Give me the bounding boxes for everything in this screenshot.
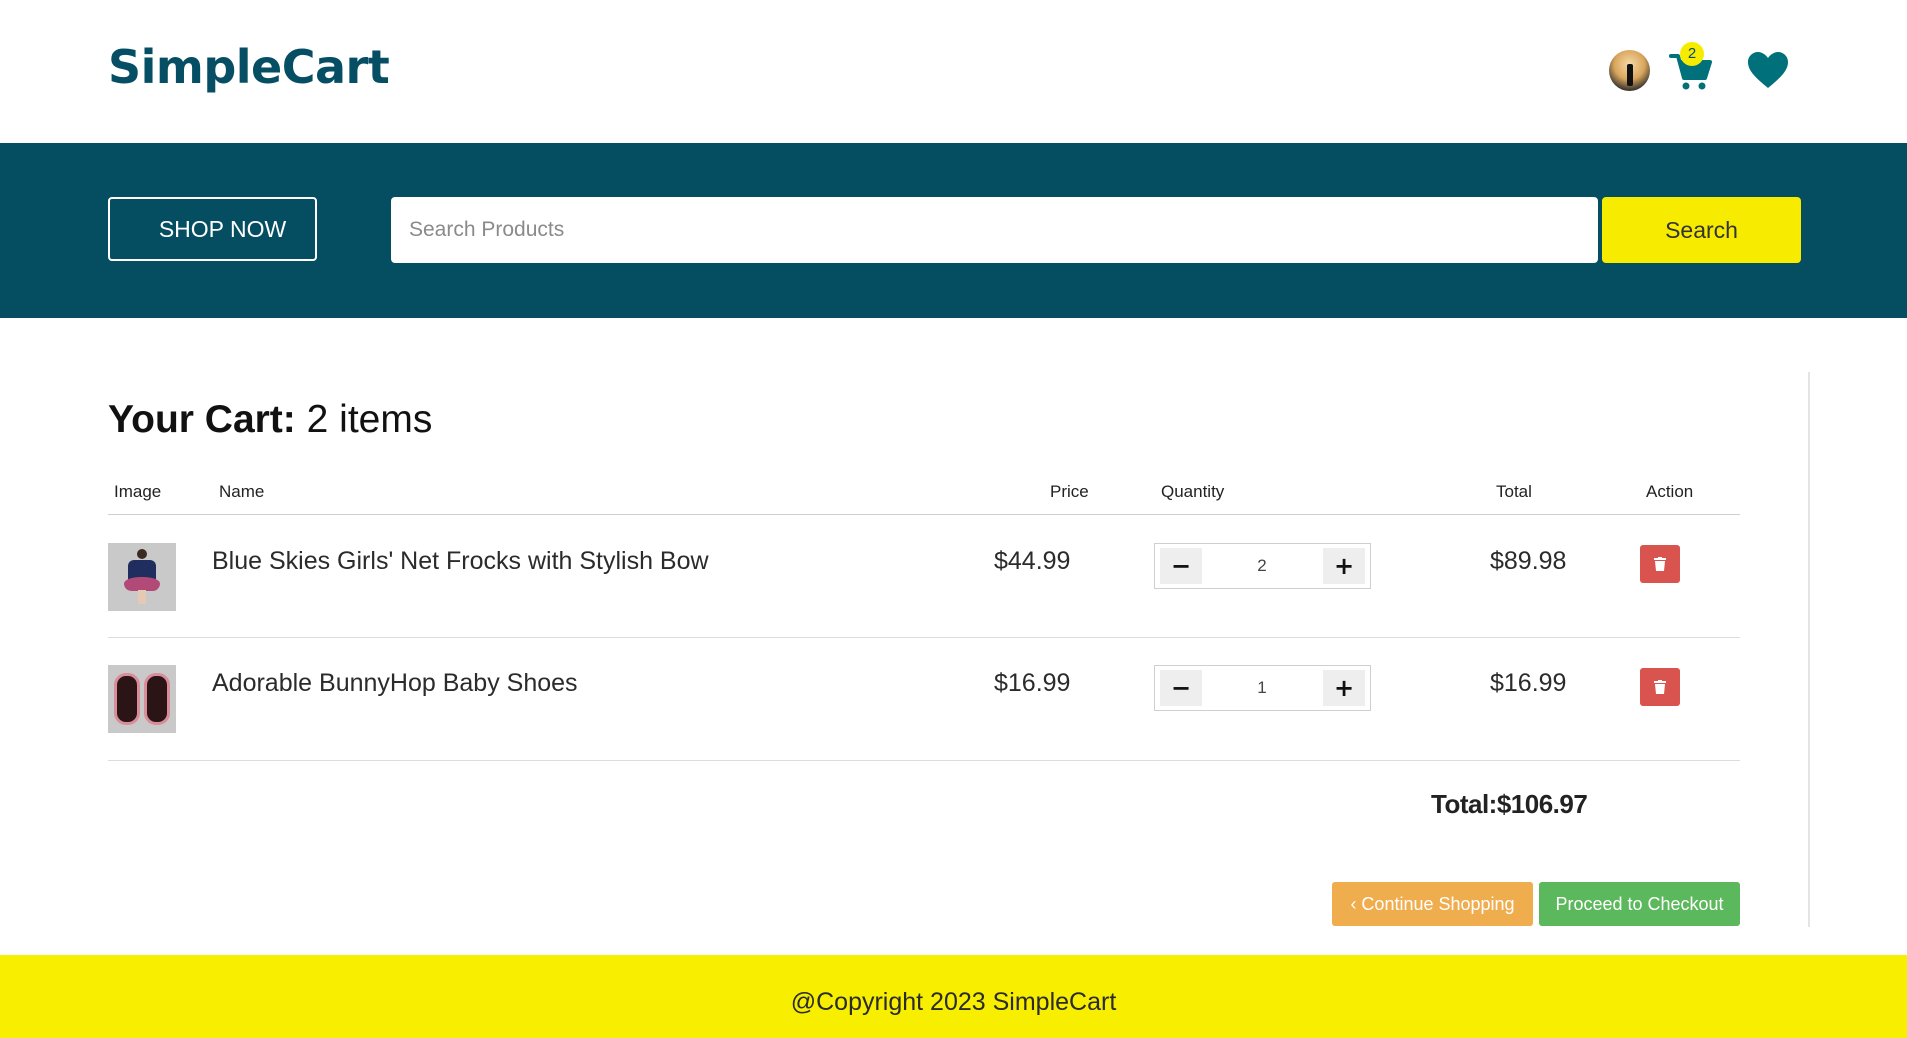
search-input[interactable] [391,197,1598,263]
image-detail [138,590,146,604]
column-header-price: Price [1050,482,1089,501]
delete-item-button[interactable] [1640,545,1680,583]
sidebar-divider [1808,372,1810,927]
proceed-to-checkout-button[interactable]: Proceed to Checkout [1539,882,1740,926]
column-header-name: Name [219,482,265,501]
table-header-divider [108,514,1740,515]
site-header: SimpleCart 2 [0,0,1907,143]
product-price: $16.99 [994,669,1071,697]
cart-item-count: 2 items [306,398,433,441]
image-detail [124,577,160,591]
search-banner: SHOP NOW Search [0,143,1907,318]
decrement-button[interactable]: − [1160,670,1202,706]
row-divider [108,760,1740,761]
quantity-stepper: − 2 + [1154,543,1371,589]
page-title: Your Cart: 2 items [108,398,432,442]
heart-icon[interactable] [1746,50,1790,90]
line-total: $16.99 [1490,669,1567,697]
increment-button[interactable]: + [1323,670,1365,706]
quantity-value[interactable]: 1 [1207,666,1317,710]
copyright-text: @Copyright 2023 SimpleCart [790,988,1117,1016]
search-button[interactable]: Search [1602,197,1801,263]
image-detail [114,673,140,725]
continue-shopping-button[interactable]: ‹ Continue Shopping [1332,882,1533,926]
cart-count-badge: 2 [1680,42,1704,66]
row-divider [108,637,1740,638]
column-header-total: Total [1496,482,1532,501]
product-name[interactable]: Blue Skies Girls' Net Frocks with Stylis… [212,547,709,576]
column-header-quantity: Quantity [1161,482,1225,501]
line-total: $89.98 [1490,547,1567,575]
product-image[interactable] [108,665,176,733]
product-image[interactable] [108,543,176,611]
brand-logo[interactable]: SimpleCart [108,40,390,94]
column-header-action: Action [1646,482,1694,501]
delete-item-button[interactable] [1640,668,1680,706]
shop-now-button[interactable]: SHOP NOW [108,197,317,261]
avatar-figure [1627,64,1633,86]
decrement-button[interactable]: − [1160,548,1202,584]
site-footer: @Copyright 2023 SimpleCart [0,955,1907,1038]
trash-icon [1654,680,1666,694]
increment-button[interactable]: + [1323,548,1365,584]
trash-icon [1654,557,1666,571]
column-header-image: Image [114,482,162,501]
image-detail [144,673,170,725]
product-name[interactable]: Adorable BunnyHop Baby Shoes [212,669,578,698]
product-price: $44.99 [994,547,1071,575]
cart-heading-label: Your Cart: [108,398,296,441]
user-avatar[interactable] [1609,50,1650,91]
cart-grand-total: Total:$106.97 [1431,789,1588,819]
quantity-value[interactable]: 2 [1207,544,1317,588]
image-detail [137,549,147,559]
quantity-stepper: − 1 + [1154,665,1371,711]
